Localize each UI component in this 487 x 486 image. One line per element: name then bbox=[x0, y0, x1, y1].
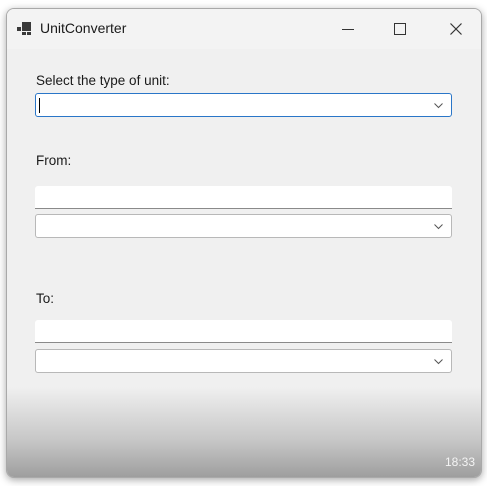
app-icon bbox=[17, 22, 32, 35]
close-icon bbox=[450, 23, 462, 35]
chevron-down-icon bbox=[434, 103, 443, 109]
minimize-button[interactable] bbox=[325, 9, 371, 49]
minimize-icon bbox=[342, 28, 354, 30]
text-caret bbox=[39, 98, 40, 113]
close-button[interactable] bbox=[433, 9, 479, 49]
window-title: UnitConverter bbox=[40, 20, 127, 36]
taskbar-overlay bbox=[7, 387, 481, 477]
unit-type-dropdown[interactable] bbox=[35, 93, 452, 117]
maximize-icon bbox=[394, 23, 406, 35]
app-window: UnitConverter Select the type of unit: F… bbox=[6, 8, 482, 478]
to-label: To: bbox=[36, 291, 55, 306]
to-value-input[interactable] bbox=[35, 320, 452, 343]
taskbar-clock: 18:33 bbox=[444, 455, 475, 469]
title-bar[interactable]: UnitConverter bbox=[7, 9, 481, 49]
from-label: From: bbox=[36, 153, 72, 168]
chevron-down-icon bbox=[434, 359, 443, 365]
from-value-input[interactable] bbox=[35, 186, 452, 209]
from-unit-dropdown[interactable] bbox=[35, 214, 452, 238]
chevron-down-icon bbox=[434, 224, 443, 230]
maximize-button[interactable] bbox=[377, 9, 423, 49]
unit-type-label: Select the type of unit: bbox=[36, 73, 170, 88]
to-unit-dropdown[interactable] bbox=[35, 349, 452, 373]
